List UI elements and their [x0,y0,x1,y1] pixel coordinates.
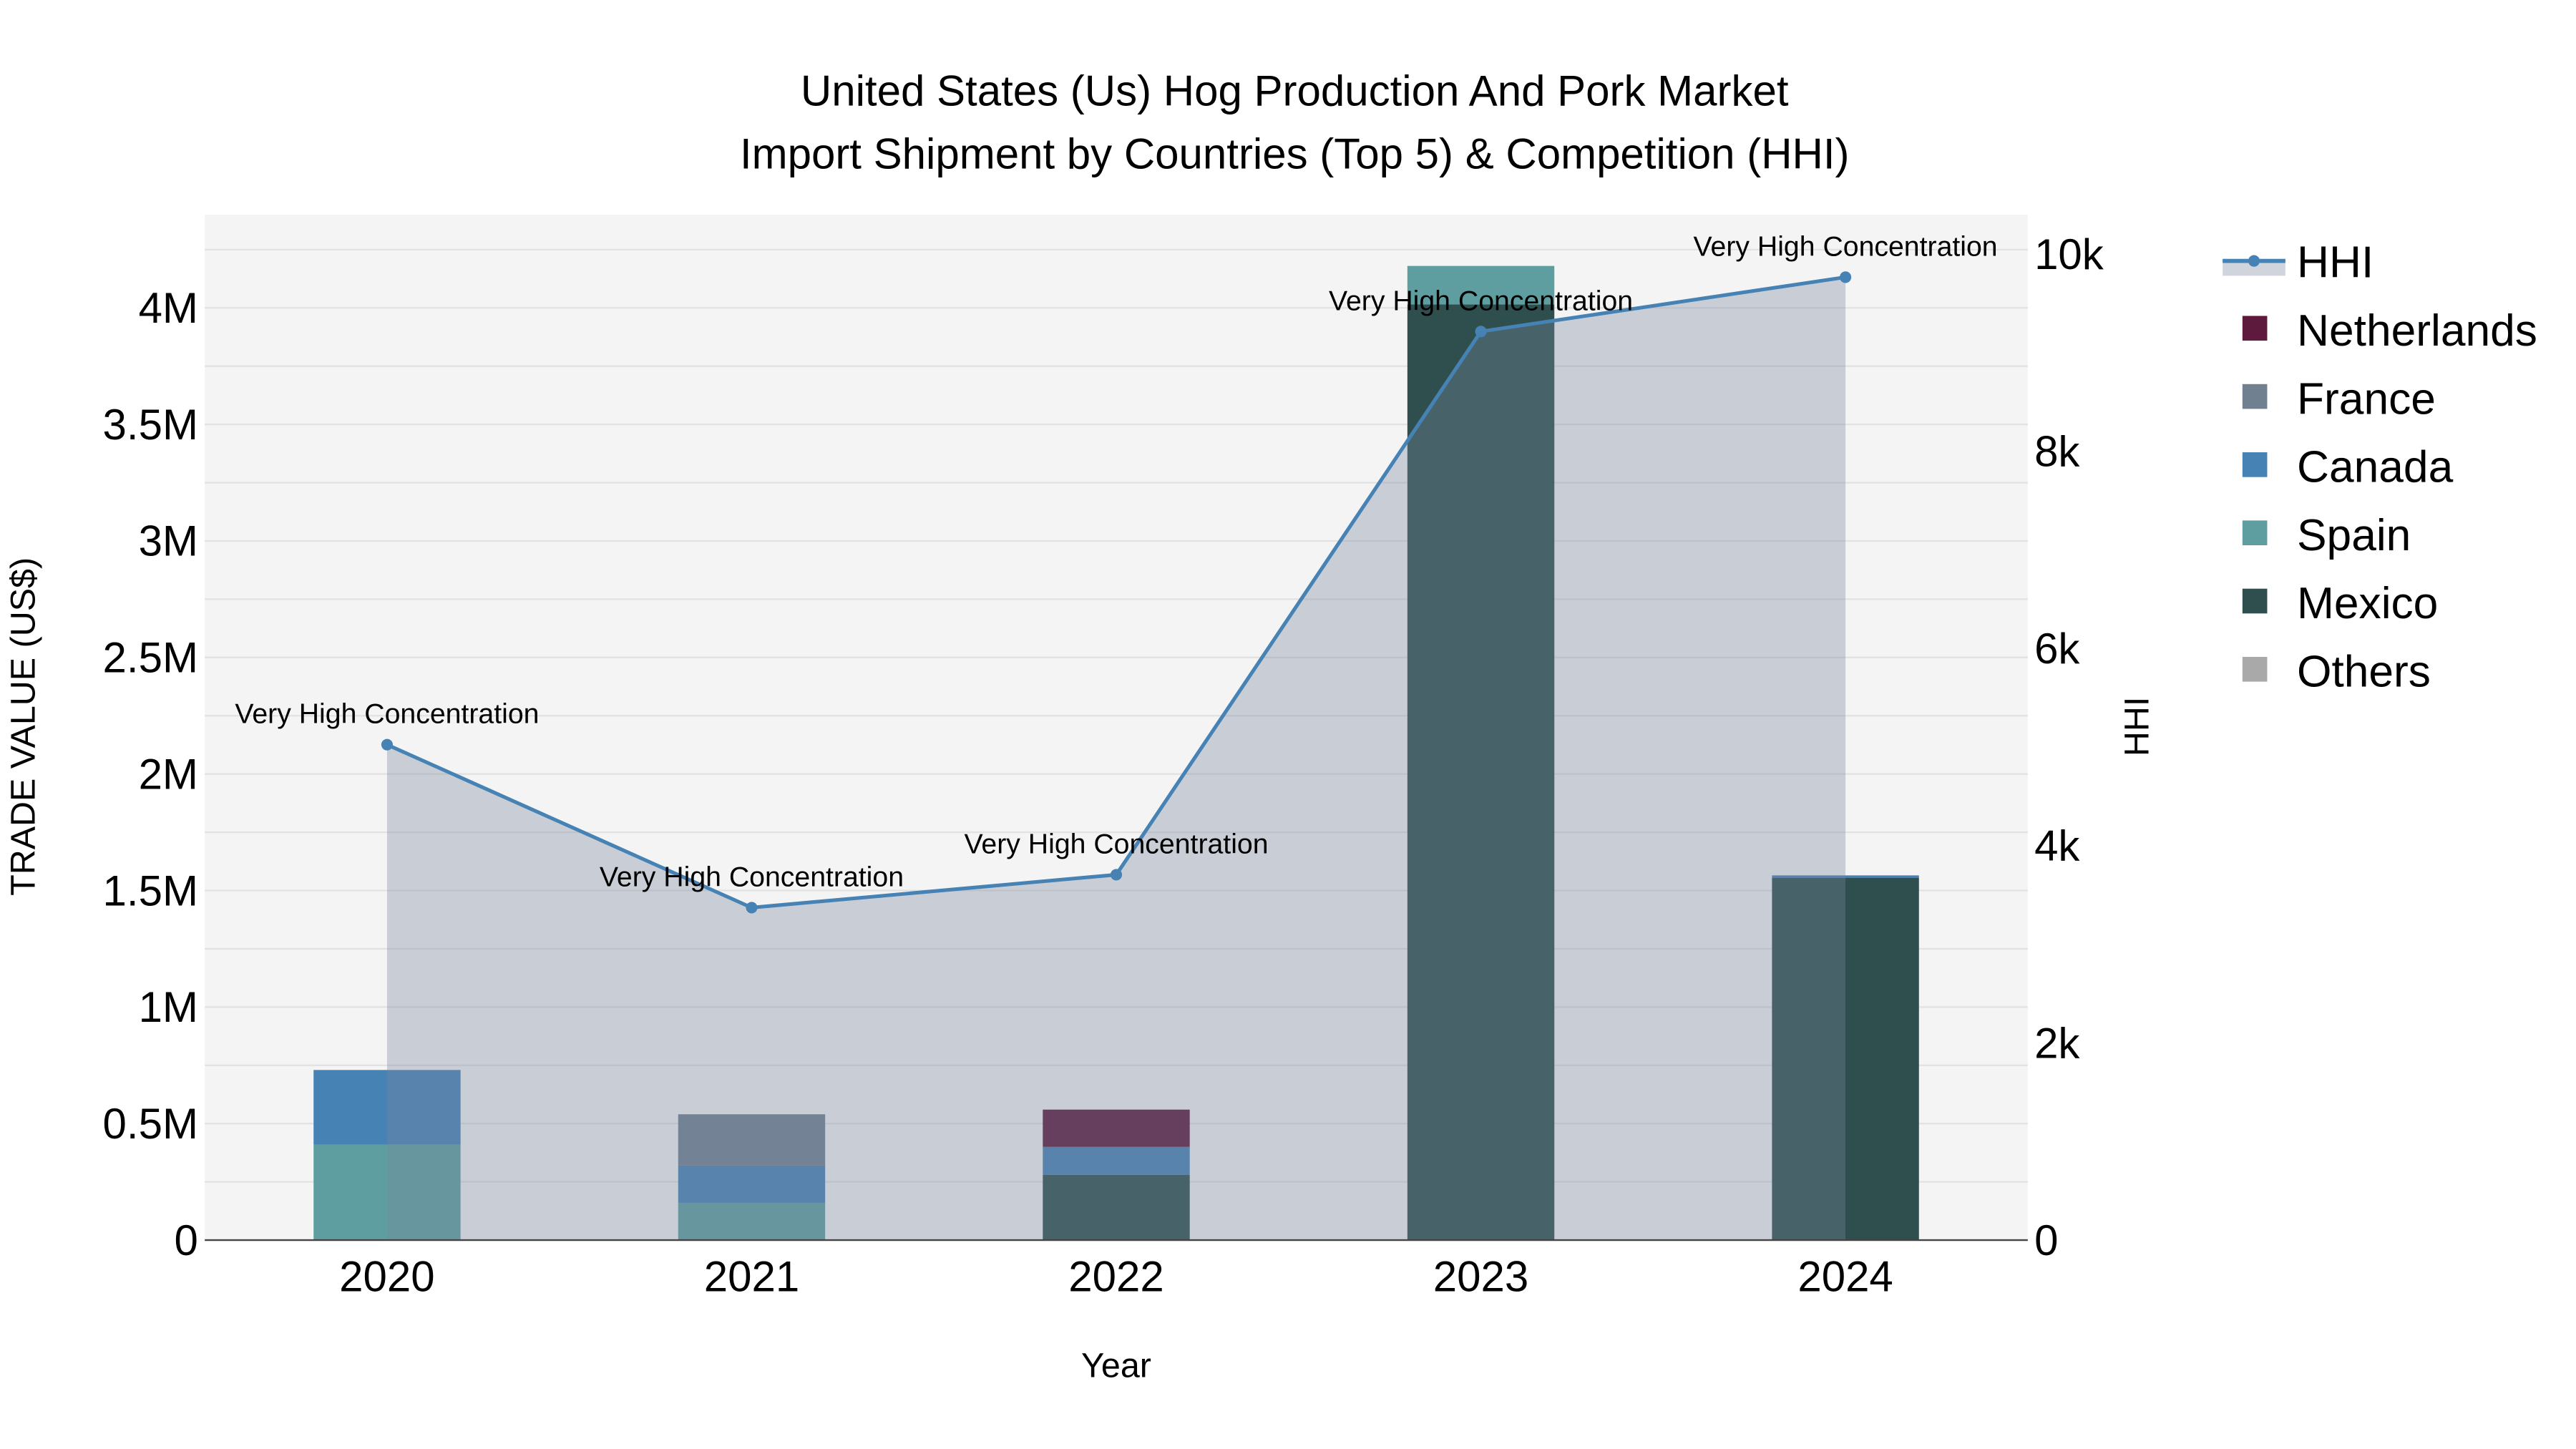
y2-tick-label: 2k [2034,1019,2080,1067]
y-tick-label: 2M [139,750,198,798]
hhi-point-2023 [1475,326,1487,338]
chart-title-line1: United States (Us) Hog Production And Po… [801,67,1789,115]
legend-swatch-netherlands [2242,316,2268,341]
legend-label-others: Others [2297,648,2431,697]
chart: Very High Concentration Very High Concent… [0,0,2576,1449]
x-tick-label: 2021 [704,1253,799,1301]
hhi-annotation: Very High Concentration [235,698,539,730]
legend-label-hhi: HHI [2297,238,2373,288]
hhi-annotation: Very High Concentration [964,828,1268,859]
y-tick-label: 0.5M [103,1100,198,1148]
legend-label-netherlands: Netherlands [2297,306,2537,356]
legend-label-canada: Canada [2297,443,2454,492]
legend-swatch-others [2242,657,2268,682]
y-axis-label: TRADE VALUE (US$) [4,557,42,896]
hhi-point-2022 [1110,869,1123,881]
legend-label-spain: Spain [2297,511,2411,560]
x-tick-label: 2024 [1797,1253,1893,1301]
y2-tick-label: 0 [2034,1216,2058,1264]
y-tick-label: 1.5M [103,867,198,914]
legend-swatch-mexico [2242,588,2268,614]
y-tick-label: 2.5M [103,634,198,682]
y-tick-label: 4M [139,284,198,332]
y2-tick-label: 8k [2034,427,2080,475]
x-tick-label: 2023 [1433,1253,1528,1301]
legend-label-mexico: Mexico [2297,579,2438,628]
y2-tick-label: 4k [2034,822,2080,870]
hhi-point-2021 [746,902,758,914]
y-tick-label: 3.5M [103,401,198,449]
y2-axis-label: HHI [2117,697,2156,756]
legend-swatch-france [2242,384,2268,409]
hhi-point-2020 [381,738,393,751]
hhi-annotation: Very High Concentration [600,861,904,892]
y2-tick-label: 10k [2034,230,2104,278]
legend-swatch-canada [2242,452,2268,477]
y-tick-label: 3M [139,517,198,565]
x-axis-label: Year [1081,1347,1151,1385]
y-tick-label: 0 [175,1216,198,1264]
legend-swatch-spain [2242,520,2268,545]
hhi-point-2024 [1840,271,1852,283]
hhi-annotation: Very High Concentration [1329,285,1633,316]
x-tick-label: 2020 [339,1253,434,1301]
chart-title-line2: Import Shipment by Countries (Top 5) & C… [740,130,1850,177]
x-tick-label: 2022 [1068,1253,1163,1301]
hhi-annotation: Very High Concentration [1694,230,1998,262]
y2-tick-label: 6k [2034,625,2080,673]
legend-label-france: France [2297,374,2436,424]
legend-swatch-hhi-marker [2248,255,2260,267]
y-tick-label: 1M [139,983,198,1031]
